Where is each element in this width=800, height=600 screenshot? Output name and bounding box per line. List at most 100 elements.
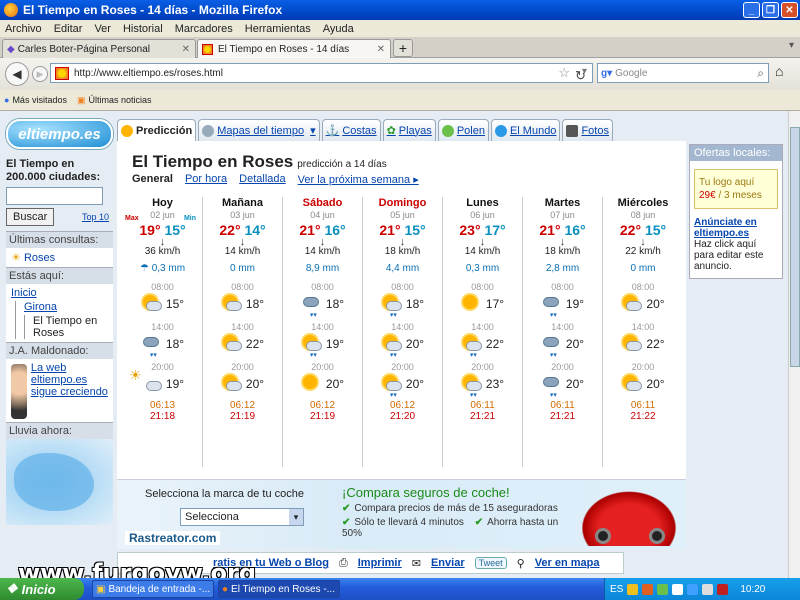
language-indicator[interactable]: ES [610, 584, 623, 595]
sunrise-time: 06:12 [389, 400, 416, 411]
tray-icon[interactable] [687, 583, 699, 595]
menu-editar[interactable]: Editar [54, 23, 83, 35]
sun-rain-icon: ▾▾ [381, 294, 403, 319]
search-icon[interactable]: ⌕ [757, 66, 764, 81]
day-column[interactable]: Martes 07 jun 21° 16° ↓ 18 km/h 2,8 mm 08:00 ▾▾… [523, 197, 603, 467]
taskbar-inbox[interactable]: ▣ Bandeja de entrada -... [92, 580, 214, 598]
breadcrumb-girona[interactable]: Girona [24, 301, 108, 313]
scroll-thumb[interactable] [790, 127, 800, 367]
max-temp: 21° [539, 222, 561, 238]
author-link[interactable]: La web eltiempo.es sigue creciendo [31, 362, 108, 419]
day-date: 05 jun [390, 210, 415, 220]
slot-temp: 19° [325, 337, 345, 351]
start-button[interactable]: ❖ Inicio [0, 578, 84, 600]
browser-tab-eltiempo[interactable]: El Tiempo en Roses - 14 días ✕ [197, 39, 391, 58]
rain-cloud-icon: ▾▾ [541, 334, 563, 359]
slot-temp: 22° [245, 337, 265, 351]
tab-list-icon[interactable]: ▾ [789, 40, 794, 51]
sun-times: 06:12 21:19 [283, 400, 362, 422]
close-tab-icon[interactable]: ✕ [182, 44, 190, 55]
tab-fotos[interactable]: Fotos [562, 119, 613, 141]
tab-playas[interactable]: ✿ Playas [382, 119, 436, 141]
restore-button[interactable]: ❐ [762, 2, 779, 18]
insurance-ad[interactable]: Selecciona la marca de tu coche Seleccio… [117, 479, 686, 549]
vertical-scrollbar[interactable] [788, 111, 800, 578]
menu-herramientas[interactable]: Herramientas [245, 23, 311, 35]
day-column[interactable]: Miércoles 08 jun 22° 15° ↓ 22 km/h 0 mm 08:00 2… [603, 197, 683, 467]
check-icon: ✔ [474, 517, 484, 528]
min-temp: 16° [324, 222, 346, 238]
recent-roses-link[interactable]: Roses [24, 252, 55, 264]
print-link[interactable]: Imprimir [358, 557, 402, 569]
rain-map[interactable] [6, 439, 113, 525]
forward-button[interactable]: ▶ [32, 66, 48, 82]
slot-temp: 20° [646, 297, 665, 311]
reload-icon[interactable]: ↻ [575, 68, 586, 84]
cloud-icon [141, 374, 163, 394]
back-button[interactable]: ◀ [5, 62, 29, 86]
day-column[interactable]: Lunes 06 jun 23° 17° ↓ 14 km/h 0,3 mm 08:00 17°… [443, 197, 523, 467]
slot-temp: 17° [485, 297, 505, 311]
view-map-link[interactable]: Ver en mapa [535, 557, 600, 569]
menu-archivo[interactable]: Archivo [5, 23, 42, 35]
tray-icon[interactable] [717, 583, 729, 595]
car-brand-select[interactable]: Selecciona ▾ [180, 508, 304, 526]
your-logo-ad[interactable]: Tu logo aquí 29€ / 3 meses [694, 169, 778, 209]
tray-icon[interactable] [627, 583, 639, 595]
mail-icon: ▣ [96, 583, 106, 595]
clock: 10:20 [740, 583, 766, 595]
top10-link[interactable]: Top 10 [82, 212, 109, 222]
eltiempo-logo[interactable]: eltiempo.es [6, 119, 113, 149]
minimize-button[interactable]: _ [743, 2, 760, 18]
tab-el-mundo[interactable]: El Mundo [490, 119, 561, 141]
browser-tab-carles[interactable]: ◆ Carles Boter-Página Personal ✕ [2, 39, 196, 58]
bookmark-star-icon[interactable]: ☆ [558, 65, 570, 81]
sun-cloud-icon [621, 374, 643, 394]
author-photo [11, 364, 27, 419]
forecast-grid: Hoy 02 jun Max Min 19° 15° ↓ 36 km/h ☂ 0,3 mm 08… [123, 197, 683, 467]
day-column[interactable]: Domingo 05 jun 21° 15° ↓ 18 km/h 4,4 mm 08:00 ▾… [363, 197, 443, 467]
bookmark-ultimas-noticias[interactable]: Últimas noticias [88, 95, 151, 105]
menu-historial[interactable]: Historial [123, 23, 163, 35]
url-bar[interactable]: http://www.eltiempo.es/roses.html ☆ ▾ [50, 63, 593, 83]
subnav-detallada[interactable]: Detallada [239, 173, 285, 186]
tweet-button[interactable]: Tweet [474, 557, 507, 569]
wind-speed: 36 km/h [144, 246, 181, 257]
tray-icon[interactable] [657, 583, 669, 595]
subnav-general[interactable]: General [132, 173, 173, 186]
home-icon[interactable]: ⌂ [775, 63, 783, 79]
tab-costas[interactable]: ⚓ Costas [321, 119, 381, 141]
sunrise-time: 06:13 [149, 400, 176, 411]
menu-ayuda[interactable]: Ayuda [323, 23, 354, 35]
day-column[interactable]: Sábado 04 jun 21° 16° ↓ 14 km/h 8,9 mm 08:00 ▾▾… [283, 197, 363, 467]
tray-icon[interactable] [672, 583, 684, 595]
min-temp: 14° [244, 222, 266, 238]
day-temps: 22° 14° [203, 222, 282, 238]
tab-mapas[interactable]: Mapas del tiempo ▾ [198, 119, 320, 141]
day-column[interactable]: Hoy 02 jun Max Min 19° 15° ↓ 36 km/h ☂ 0,3 mm 08… [123, 197, 203, 467]
send-link[interactable]: Enviar [431, 557, 465, 569]
buscar-button[interactable]: Buscar [6, 208, 55, 226]
city-search-input[interactable] [6, 187, 103, 205]
close-button[interactable]: ✕ [781, 2, 798, 18]
subnav-proxima-semana[interactable]: Ver la próxima semana ▸ [298, 173, 419, 186]
tab-prediccion[interactable]: Predicción [117, 119, 197, 141]
tray-icon[interactable] [642, 583, 654, 595]
close-tab-icon[interactable]: ✕ [377, 44, 385, 55]
breadcrumb-inicio[interactable]: Inicio [11, 287, 108, 299]
time-slot: 14:00 ▾▾ 20° [363, 322, 442, 359]
breadcrumb-current: El Tiempo en Roses [33, 315, 98, 339]
new-tab-button[interactable]: + [393, 39, 413, 57]
subnav-por-hora[interactable]: Por hora [185, 173, 227, 186]
menu-marcadores[interactable]: Marcadores [175, 23, 233, 35]
tab-polen[interactable]: Polen [437, 119, 489, 141]
chevron-down-icon: ▾ [310, 125, 316, 137]
advertise-link[interactable]: Anúnciate en eltiempo.es [694, 217, 757, 239]
menu-ver[interactable]: Ver [94, 23, 111, 35]
day-column[interactable]: Mañana 03 jun 22° 14° ↓ 14 km/h 0 mm 08:00 18° 1… [203, 197, 283, 467]
search-input[interactable]: g▾ Google ⌕ [597, 63, 769, 83]
volume-icon[interactable] [702, 583, 714, 595]
mail-icon: ✉ [411, 557, 421, 570]
taskbar-firefox[interactable]: ● El Tiempo en Roses -... [218, 580, 340, 598]
bookmark-mas-visitados[interactable]: Más visitados [12, 95, 67, 105]
